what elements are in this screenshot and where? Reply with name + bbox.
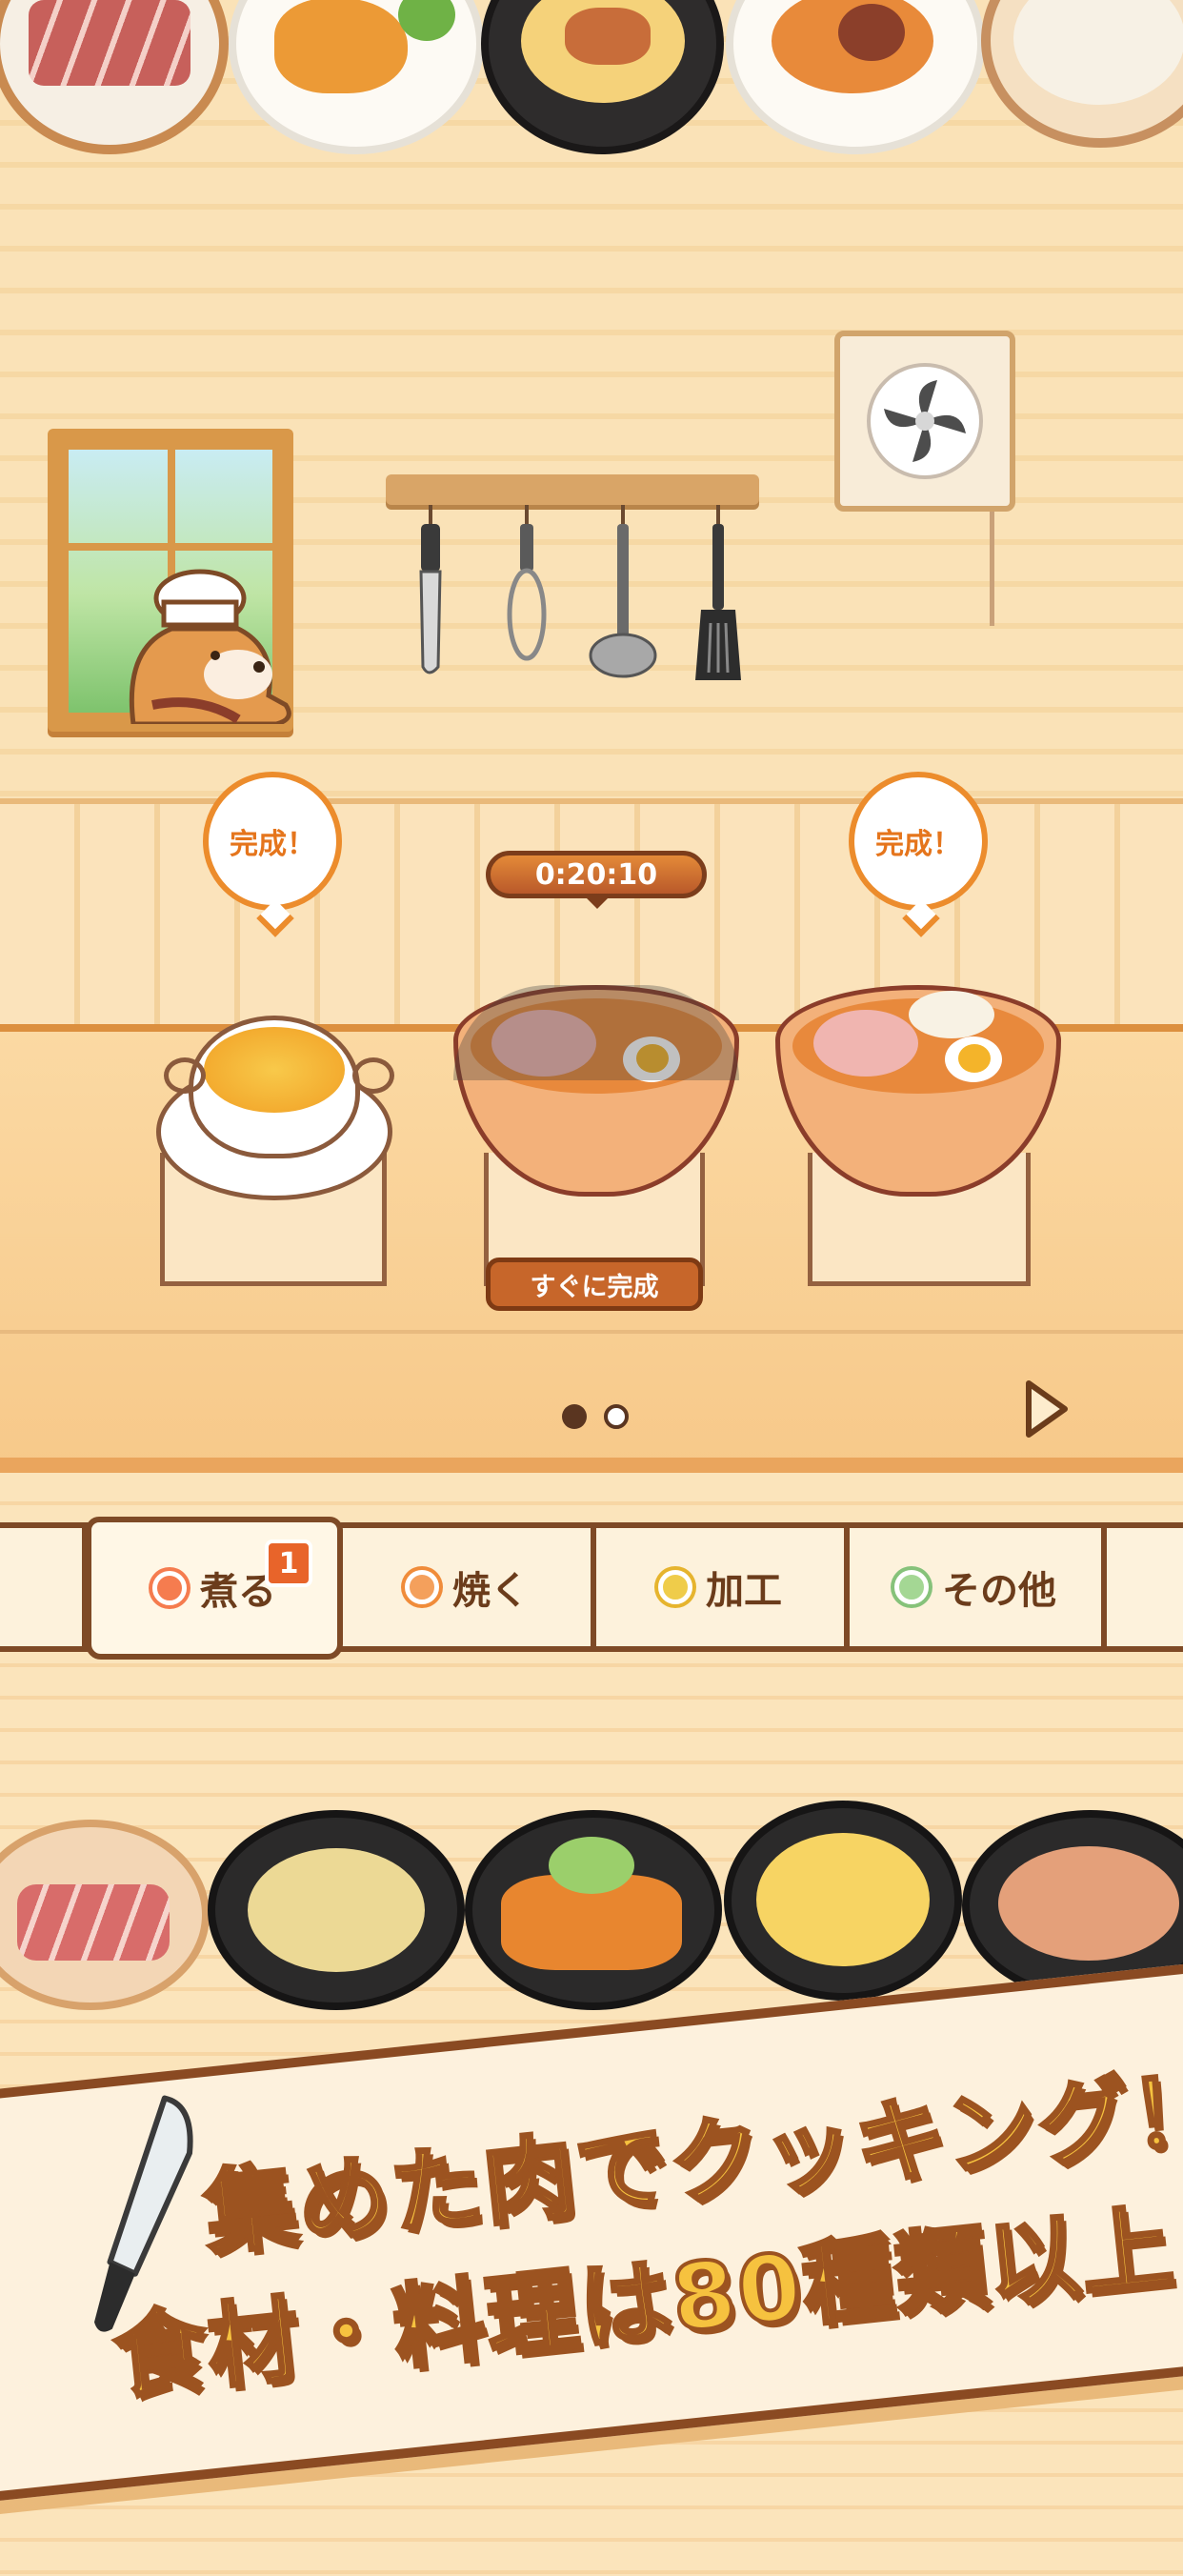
tab-boil[interactable]: 煮る 1 [86, 1517, 343, 1660]
tab-grill[interactable]: 焼く [343, 1528, 596, 1646]
page-dot[interactable] [604, 1404, 629, 1429]
category-tab-bar: 煮る 1 焼く 加工 その他 [0, 1517, 1183, 1660]
complete-label: 完成！ [875, 828, 961, 861]
tab-partial[interactable] [1107, 1528, 1183, 1646]
ventilation-fan [834, 331, 1015, 626]
grill-icon [405, 1570, 439, 1604]
complete-bubble[interactable]: 完成！ [203, 772, 342, 911]
cooking-slot-ramen-done[interactable] [775, 953, 1061, 1200]
shiba-chef [129, 569, 291, 724]
dish-fish-stew [208, 1810, 465, 2010]
complete-bubble[interactable]: 完成！ [849, 772, 988, 911]
counter-divider [0, 1330, 1183, 1334]
notification-badge: 1 [265, 1540, 312, 1587]
knife-icon [419, 505, 442, 674]
complete-label: 完成！ [230, 828, 315, 861]
spatula-icon [695, 505, 741, 680]
boil-icon [152, 1571, 187, 1605]
other-icon [894, 1570, 929, 1604]
dish-fried-cutlets [465, 1810, 722, 2010]
dish-oyakodon [724, 1801, 962, 2001]
tab-label: 加工 [706, 1569, 782, 1613]
cooking-slot-ramen[interactable] [453, 953, 739, 1200]
tab-partial[interactable] [0, 1528, 88, 1646]
tab-label: 焼く [452, 1569, 529, 1613]
ladle-icon [589, 505, 657, 678]
hanging-utensils [419, 505, 741, 680]
timer-text: 0:20:10 [534, 857, 658, 892]
kitchen-window [48, 429, 293, 732]
process-icon [658, 1570, 692, 1604]
tab-label: その他 [942, 1569, 1056, 1613]
tab-process[interactable]: 加工 [596, 1528, 850, 1646]
finish-now-button[interactable]: すぐに完成 [486, 1258, 703, 1311]
finish-now-label: すぐに完成 [530, 1272, 659, 1302]
page-dot-active[interactable] [562, 1404, 587, 1429]
next-page-arrow-icon[interactable] [1023, 1379, 1071, 1439]
whisk-icon [507, 505, 547, 661]
utensil-rack [386, 474, 759, 505]
cooking-timer: 0:20:10 [486, 851, 707, 909]
cooking-slot-soup[interactable] [150, 1010, 398, 1210]
tab-other[interactable]: その他 [850, 1528, 1107, 1646]
